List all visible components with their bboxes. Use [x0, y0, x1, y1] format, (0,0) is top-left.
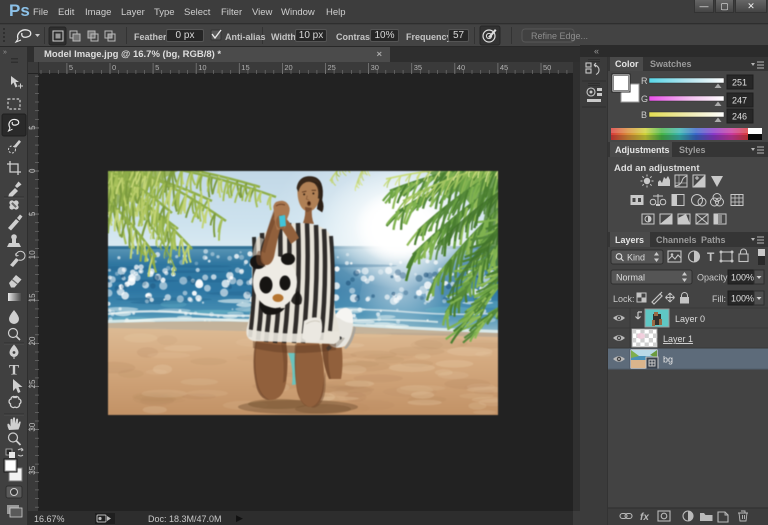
svg-text:Styles: Styles — [679, 145, 706, 155]
svg-text:B: B — [641, 110, 647, 120]
svg-text:10: 10 — [198, 63, 206, 72]
svg-text:251: 251 — [732, 78, 747, 88]
svg-text:bg: bg — [663, 355, 673, 365]
svg-text:Channels: Channels — [656, 235, 697, 245]
svg-text:35: 35 — [414, 63, 422, 72]
svg-text:Lock:: Lock: — [613, 294, 635, 304]
svg-text:10: 10 — [28, 250, 37, 259]
svg-text:T: T — [707, 250, 715, 264]
svg-text:0: 0 — [112, 63, 116, 72]
svg-text:Fill:: Fill: — [712, 294, 726, 304]
svg-text:5: 5 — [155, 63, 159, 72]
svg-text:30: 30 — [371, 63, 379, 72]
svg-text:T: T — [9, 363, 19, 379]
svg-text:20: 20 — [28, 336, 37, 345]
svg-text:Color: Color — [615, 59, 639, 69]
svg-text:0: 0 — [28, 168, 37, 173]
svg-text:5: 5 — [28, 125, 37, 130]
svg-text:G: G — [641, 94, 648, 104]
svg-text:100%: 100% — [731, 273, 754, 283]
svg-text:Layers: Layers — [615, 235, 644, 245]
svg-text:R: R — [641, 76, 648, 86]
svg-text:5: 5 — [69, 63, 73, 72]
svg-text:25: 25 — [328, 63, 336, 72]
svg-text:»: » — [3, 49, 7, 56]
svg-text:Add an adjustment: Add an adjustment — [614, 163, 700, 174]
svg-text:fx: fx — [640, 512, 649, 523]
svg-text:246: 246 — [732, 112, 747, 122]
svg-text:Kind: Kind — [627, 253, 645, 263]
svg-text:30: 30 — [28, 422, 37, 431]
svg-text:40: 40 — [457, 63, 465, 72]
svg-text:20: 20 — [284, 63, 292, 72]
svg-text:247: 247 — [732, 96, 747, 106]
svg-text:Layer 0: Layer 0 — [675, 314, 705, 324]
svg-text:Swatches: Swatches — [650, 59, 692, 69]
svg-text:15: 15 — [241, 63, 249, 72]
svg-text:50: 50 — [543, 63, 551, 72]
svg-text:5: 5 — [28, 211, 37, 216]
svg-text:25: 25 — [28, 379, 37, 388]
svg-text:Paths: Paths — [701, 235, 726, 245]
svg-text:Normal: Normal — [616, 273, 645, 283]
svg-text:35: 35 — [28, 465, 37, 474]
svg-text:Opacity:: Opacity: — [697, 273, 730, 283]
svg-text:Adjustments: Adjustments — [615, 145, 670, 155]
svg-text:45: 45 — [500, 63, 508, 72]
svg-text:15: 15 — [28, 293, 37, 302]
svg-text:100%: 100% — [731, 294, 754, 304]
svg-text:Layer 1: Layer 1 — [663, 334, 693, 344]
